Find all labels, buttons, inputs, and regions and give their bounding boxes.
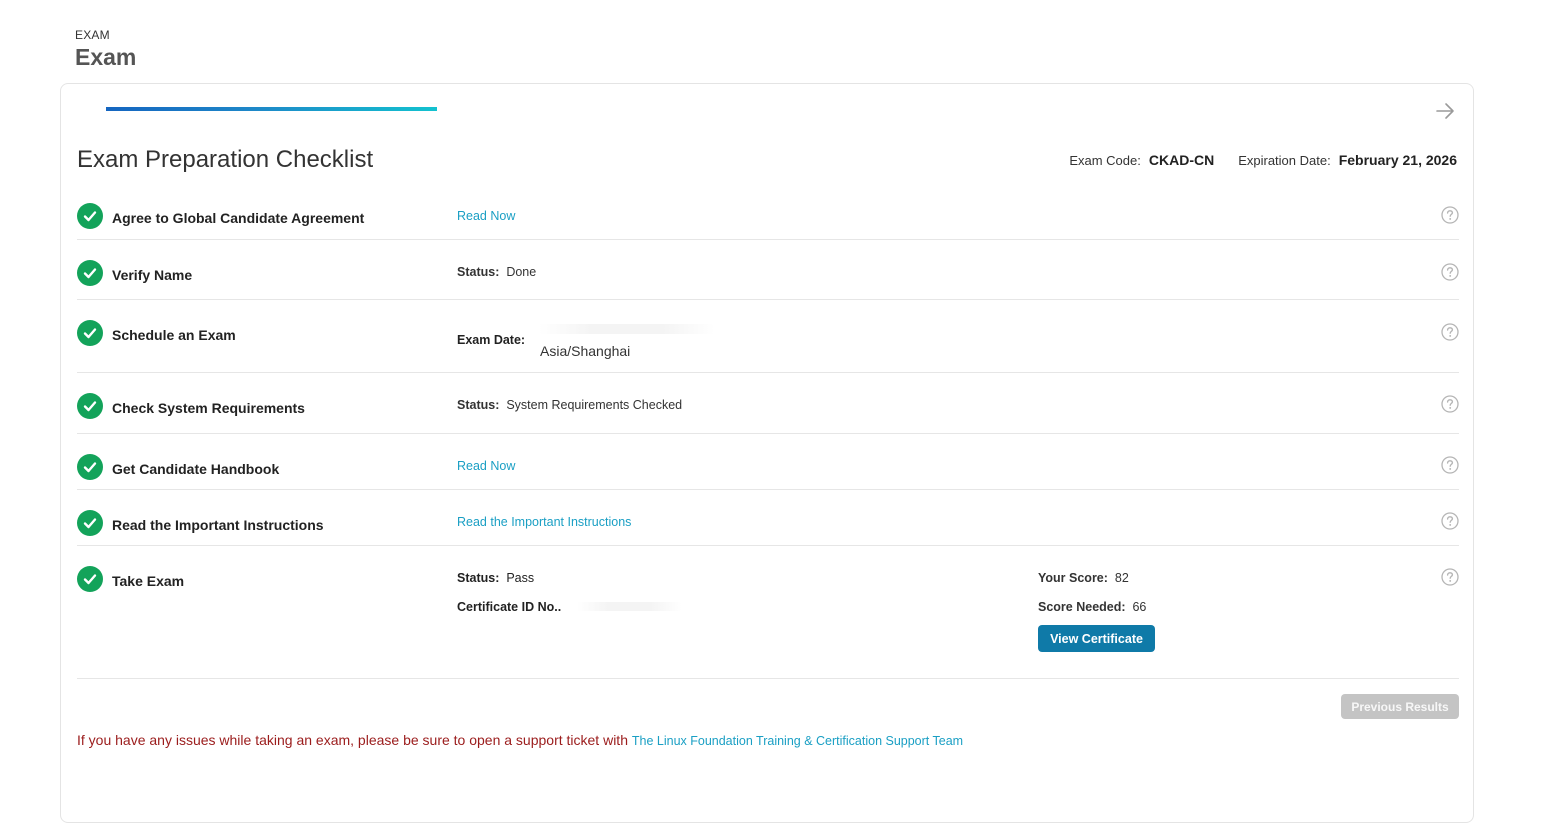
- read-handbook-link[interactable]: Read Now: [457, 459, 515, 473]
- support-team-link[interactable]: The Linux Foundation Training & Certific…: [632, 734, 963, 748]
- status-value: Done: [506, 265, 537, 279]
- score-value: 82: [1114, 571, 1129, 585]
- checklist-title: Exam Preparation Checklist: [77, 146, 374, 173]
- score-needed: Score Needed: 66: [1038, 600, 1146, 614]
- read-instructions-link[interactable]: Read the Important Instructions: [457, 515, 631, 529]
- row-label: Schedule an Exam: [112, 327, 236, 343]
- check-circle-icon: [77, 454, 103, 480]
- check-circle-icon: [77, 203, 103, 229]
- support-notice: If you have any issues while taking an e…: [77, 732, 963, 748]
- support-text: If you have any issues while taking an e…: [77, 732, 628, 748]
- question-circle-icon[interactable]: [1441, 512, 1459, 530]
- row-label: Check System Requirements: [112, 400, 305, 416]
- status-label: Status:: [457, 398, 500, 412]
- check-circle-icon: [77, 260, 103, 286]
- status-text: Status: Done: [457, 265, 536, 279]
- check-circle-icon: [77, 393, 103, 419]
- row-label: Get Candidate Handbook: [112, 461, 280, 477]
- row-label: Agree to Global Candidate Agreement: [112, 210, 365, 226]
- check-circle-icon: [77, 510, 103, 536]
- check-circle-icon: [77, 566, 103, 592]
- row-label: Take Exam: [112, 573, 185, 589]
- checklist-row-take-exam: Take Exam Status: Pass Certificate ID No…: [77, 546, 1459, 679]
- exam-code-value: CKAD-CN: [1148, 152, 1215, 168]
- row-label: Read the Important Instructions: [112, 517, 324, 533]
- exam-code-label: Exam Code:: [1069, 153, 1141, 168]
- question-circle-icon[interactable]: [1441, 395, 1459, 413]
- needed-value: 66: [1132, 600, 1147, 614]
- needed-label: Score Needed:: [1038, 600, 1126, 614]
- checklist-row-verify-name: Verify Name Status: Done: [77, 240, 1459, 300]
- status-text: Status: System Requirements Checked: [457, 398, 682, 412]
- breadcrumb: EXAM: [75, 28, 110, 42]
- progress-bar: [106, 107, 768, 111]
- question-circle-icon[interactable]: [1441, 456, 1459, 474]
- question-circle-icon[interactable]: [1441, 263, 1459, 281]
- page-title: Exam: [75, 44, 137, 70]
- checklist-row-handbook: Get Candidate Handbook Read Now: [77, 434, 1459, 490]
- redacted-certificate-id: [577, 602, 682, 611]
- question-circle-icon[interactable]: [1441, 568, 1459, 586]
- row-label: Verify Name: [112, 267, 193, 283]
- expiration-value: February 21, 2026: [1338, 152, 1457, 168]
- exam-date-label: Exam Date:: [457, 333, 526, 347]
- arrow-right-icon[interactable]: [1434, 100, 1456, 122]
- exam-meta: Exam Code: CKAD-CN Expiration Date: Febr…: [1069, 152, 1457, 168]
- checklist-row-instructions: Read the Important Instructions Read the…: [77, 490, 1459, 546]
- checklist-card: Exam Preparation Checklist Exam Code: CK…: [60, 83, 1474, 823]
- checklist-row-system-requirements: Check System Requirements Status: System…: [77, 373, 1459, 434]
- previous-results-button[interactable]: Previous Results: [1341, 694, 1459, 719]
- status-label: Status:: [457, 571, 500, 585]
- expiration-label: Expiration Date:: [1238, 153, 1331, 168]
- checklist-rows: Agree to Global Candidate Agreement Read…: [77, 194, 1459, 679]
- read-agreement-link[interactable]: Read Now: [457, 209, 515, 223]
- page-header: EXAM Exam: [75, 28, 136, 71]
- checklist-row-agreement: Agree to Global Candidate Agreement Read…: [77, 194, 1459, 240]
- status-value: System Requirements Checked: [506, 398, 683, 412]
- check-circle-icon: [77, 320, 103, 346]
- checklist-row-schedule: Schedule an Exam Exam Date: Asia/Shangha…: [77, 300, 1459, 373]
- score-label: Your Score:: [1038, 571, 1108, 585]
- redacted-date: [539, 324, 715, 334]
- view-certificate-button[interactable]: View Certificate: [1038, 625, 1155, 652]
- status-text: Status: Pass: [457, 571, 534, 585]
- question-circle-icon[interactable]: [1441, 323, 1459, 341]
- progress-fill: [106, 107, 437, 111]
- your-score: Your Score: 82: [1038, 571, 1129, 585]
- status-value: Pass: [506, 571, 535, 585]
- certificate-id-label: Certificate ID No..: [457, 600, 562, 614]
- status-label: Status:: [457, 265, 500, 279]
- timezone: Asia/Shanghai: [540, 343, 631, 359]
- question-circle-icon[interactable]: [1441, 206, 1459, 224]
